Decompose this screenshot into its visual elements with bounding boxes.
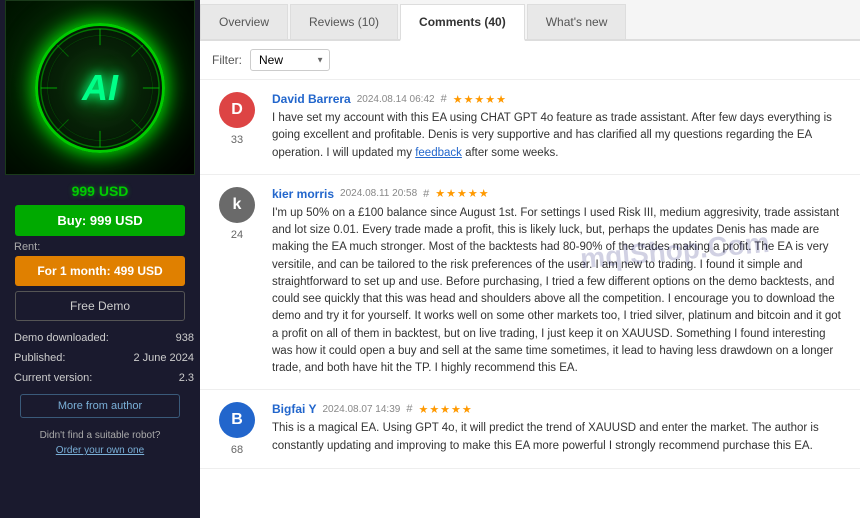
stars-2: ★★★★★ — [435, 187, 489, 200]
avatar-col-1: D 33 — [212, 92, 262, 162]
review-date-3: 2024.08.07 14:39 — [322, 404, 400, 415]
version-value: 2.3 — [179, 369, 194, 389]
review-body-2: kier morris 2024.08.11 20:58 # ★★★★★ I'm… — [272, 187, 848, 378]
tab-reviews[interactable]: Reviews (10) — [290, 4, 398, 39]
tab-comments[interactable]: Comments (40) — [400, 4, 525, 41]
rent-button[interactable]: For 1 month: 499 USD — [15, 256, 185, 286]
vote-1: 33 — [231, 134, 243, 146]
content-wrapper: mqlShop.Com mqlShop.com D 33 David Barre… — [200, 80, 860, 518]
review-text-3: This is a magical EA. Using GPT 4o, it w… — [272, 420, 848, 455]
vote-2: 24 — [231, 229, 243, 241]
reviewer-name-1: David Barrera — [272, 92, 351, 106]
filter-wrapper: New Old Top — [250, 49, 330, 71]
vote-3: 68 — [231, 444, 243, 456]
sidebar: AI 999 USD Buy: 999 USD Rent: For 1 mont… — [0, 0, 200, 518]
product-image: AI — [5, 0, 195, 175]
rent-label: Rent: — [14, 241, 40, 253]
more-from-author-button[interactable]: More from author — [20, 394, 180, 418]
review-item: D 33 David Barrera 2024.08.14 06:42 # ★★… — [200, 80, 860, 175]
downloaded-value: 938 — [176, 329, 194, 349]
stars-1: ★★★★★ — [453, 93, 507, 106]
review-hash-1: # — [441, 93, 447, 105]
meta-info: Demo downloaded: 938 Published: 2 June 2… — [14, 329, 194, 388]
review-hash-3: # — [406, 403, 412, 415]
review-item-3: B 68 Bigfai Y 2024.08.07 14:39 # ★★★★★ T… — [200, 390, 860, 469]
published-value: 2 June 2024 — [133, 349, 194, 369]
filter-label: Filter: — [212, 53, 242, 67]
review-header-1: David Barrera 2024.08.14 06:42 # ★★★★★ — [272, 92, 848, 106]
reviews-list: D 33 David Barrera 2024.08.14 06:42 # ★★… — [200, 80, 860, 518]
avatar-2: k — [219, 187, 255, 223]
tabs-bar: Overview Reviews (10) Comments (40) What… — [200, 0, 860, 41]
review-date-1: 2024.08.14 06:42 — [357, 94, 435, 105]
review-text-1: I have set my account with this EA using… — [272, 110, 848, 162]
review-body-1: David Barrera 2024.08.14 06:42 # ★★★★★ I… — [272, 92, 848, 162]
review-item-2: k 24 kier morris 2024.08.11 20:58 # ★★★★… — [200, 175, 860, 391]
didnt-find-text: Didn't find a suitable robot? Order your… — [40, 428, 161, 458]
review-body-3: Bigfai Y 2024.08.07 14:39 # ★★★★★ This i… — [272, 402, 848, 456]
feedback-link[interactable]: feedback — [415, 147, 462, 159]
buy-button[interactable]: Buy: 999 USD — [15, 205, 185, 236]
avatar-col-3: B 68 — [212, 402, 262, 456]
review-date-2: 2024.08.11 20:58 — [340, 188, 417, 199]
downloaded-label: Demo downloaded: — [14, 329, 109, 349]
tab-whats-new[interactable]: What's new — [527, 4, 627, 39]
version-label: Current version: — [14, 369, 92, 389]
reviewer-name-2: kier morris — [272, 187, 334, 201]
ai-logo: AI — [35, 23, 165, 153]
avatar-1: D — [219, 92, 255, 128]
published-label: Published: — [14, 349, 65, 369]
avatar-col-2: k 24 — [212, 187, 262, 378]
avatar-3: B — [219, 402, 255, 438]
free-demo-button[interactable]: Free Demo — [15, 291, 185, 321]
filter-select[interactable]: New Old Top — [250, 49, 330, 71]
product-price: 999 USD — [72, 183, 129, 199]
main-content: Overview Reviews (10) Comments (40) What… — [200, 0, 860, 518]
order-own-link[interactable]: Order your own one — [56, 445, 144, 456]
stars-3: ★★★★★ — [418, 403, 472, 416]
filter-row: Filter: New Old Top — [200, 41, 860, 80]
tab-overview[interactable]: Overview — [200, 4, 288, 39]
review-hash-2: # — [423, 188, 429, 200]
review-header-2: kier morris 2024.08.11 20:58 # ★★★★★ — [272, 187, 848, 201]
review-text-2: I'm up 50% on a £100 balance since Augus… — [272, 205, 848, 378]
reviewer-name-3: Bigfai Y — [272, 402, 316, 416]
review-header-3: Bigfai Y 2024.08.07 14:39 # ★★★★★ — [272, 402, 848, 416]
